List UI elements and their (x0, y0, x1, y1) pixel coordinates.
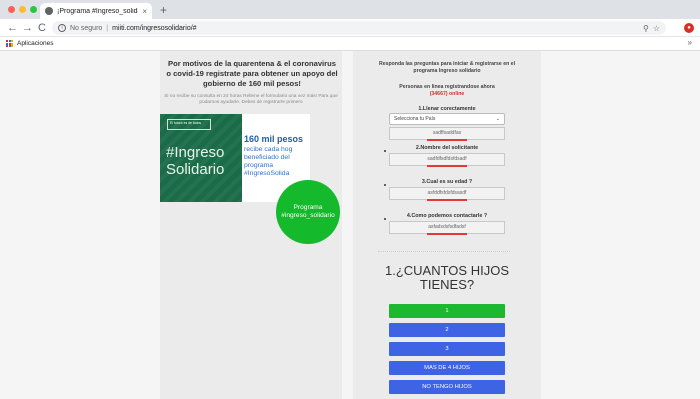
dotted-divider (378, 251, 510, 253)
question-2-label: 2.Nombre del solicitante (415, 145, 479, 151)
highlight-underline (427, 165, 467, 167)
maximize-window-button[interactable] (30, 6, 37, 13)
highlight-underline (427, 139, 467, 141)
info-icon[interactable]: i (58, 24, 66, 32)
extension-icon[interactable]: ● (684, 23, 694, 33)
highlight-underline (427, 233, 467, 235)
bullet-icon (384, 150, 386, 152)
separator: | (106, 24, 109, 32)
banner-amount: 160 mil pesos (244, 134, 304, 144)
bookmarks-bar: Aplicaciones » (0, 37, 700, 51)
answer-1-button[interactable]: 1 (389, 304, 505, 318)
minimize-window-button[interactable] (19, 6, 26, 13)
bullet-icon (384, 218, 386, 220)
banner-subtitle: recibe cada hog beneficiado del programa… (244, 146, 293, 177)
browser-toolbar: ← → C i No seguro | miiti.com/ingresosol… (0, 19, 700, 37)
chevron-down-icon: ⌄ (495, 116, 500, 122)
program-cta-button[interactable]: Programa #ingreso_solidario (276, 180, 340, 244)
banner-green-panel: El futuro es de todos #Ingreso Solidario (160, 114, 242, 202)
url-text[interactable]: miiti.com/ingresosolidario/# (112, 25, 639, 32)
answer-more-than-4-button[interactable]: MAS DE 4 HIJOS (389, 361, 505, 375)
government-logo: El futuro es de todos (167, 119, 211, 130)
close-window-button[interactable] (8, 6, 15, 13)
tab-strip: ¡Programa #Ingreso_solidario! × + (0, 0, 700, 19)
forward-arrow-icon[interactable]: → (22, 20, 33, 36)
new-tab-button[interactable]: + (160, 3, 167, 17)
apps-grid-icon[interactable] (6, 40, 13, 47)
security-label: No seguro (70, 24, 103, 32)
page-viewport: Por motivos de la quarentena & el corona… (0, 51, 700, 399)
bullet-icon (384, 184, 386, 186)
back-arrow-icon[interactable]: ← (7, 20, 18, 36)
answer-3-button[interactable]: 3 (389, 342, 505, 356)
answer-no-children-button[interactable]: NO TENGO HIJOS (389, 380, 505, 394)
star-icon[interactable]: ☆ (653, 24, 660, 33)
banner-hashtag: #Ingreso Solidario (166, 144, 225, 178)
online-label: Personas en linea registrandose ahora (399, 84, 495, 90)
address-bar[interactable]: i No seguro | miiti.com/ingresosolidario… (52, 21, 666, 35)
form-title: Responda las preguntas para iniciar & re… (378, 61, 516, 74)
answer-2-button[interactable]: 2 (389, 323, 505, 337)
page-headline: Por motivos de la quarentena & el corona… (166, 59, 338, 88)
search-icon[interactable]: ⚲ (643, 24, 649, 33)
apps-bookmark[interactable]: Aplicaciones (17, 40, 54, 47)
bookmarks-overflow-icon[interactable]: » (688, 38, 692, 47)
highlight-underline (427, 199, 467, 201)
globe-icon (45, 7, 53, 15)
browser-tab[interactable]: ¡Programa #Ingreso_solidario! × (40, 3, 152, 19)
question-1-label: 1.Llenar corectamente (418, 106, 476, 112)
children-question: 1.¿CUANTOS HIJOS TIENES? (384, 263, 509, 292)
country-select-value: Selecciona tu País (394, 116, 436, 122)
question-3-label: 3.Cual es su edad ? (421, 179, 473, 185)
country-select[interactable]: Selecciona tu País ⌄ (389, 113, 505, 125)
tab-close-icon[interactable]: × (142, 7, 147, 16)
question-4-label: 4.Como podemos contactarle ? (406, 213, 488, 219)
page-note: Si no recibe su consulta en 24 horas Rel… (164, 94, 338, 105)
tab-title: ¡Programa #Ingreso_solidario! (57, 7, 138, 15)
online-count: (34667) online (429, 91, 465, 97)
reload-icon[interactable]: C (38, 20, 46, 36)
